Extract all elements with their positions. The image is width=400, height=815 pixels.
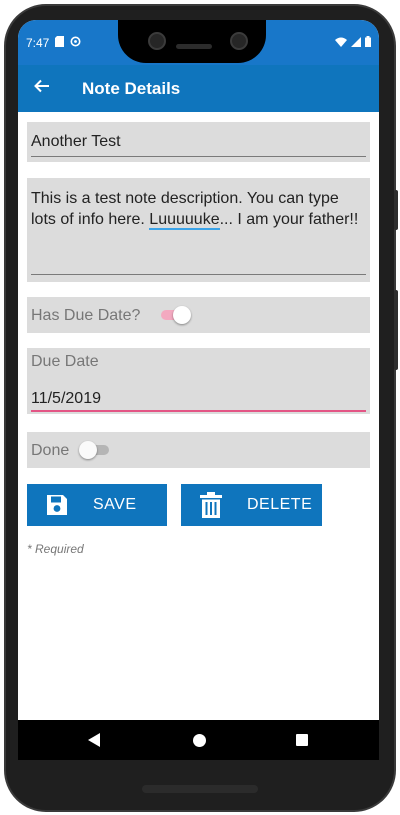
floppy-disk-icon [39, 494, 75, 516]
camera-notch [118, 20, 266, 63]
required-footnote: * Required [27, 542, 84, 556]
description-field[interactable]: This is a test note description. You can… [27, 178, 370, 282]
title-input-value: Another Test [31, 133, 121, 150]
done-label: Done [31, 442, 70, 459]
back-button[interactable] [18, 65, 66, 112]
due-date-label: Due Date [31, 353, 99, 370]
battery-icon [365, 36, 371, 50]
nav-recents-icon[interactable] [296, 734, 308, 746]
arrow-left-icon [34, 79, 50, 98]
delete-button-label: DELETE [247, 496, 313, 513]
status-time: 7:47 [26, 36, 50, 50]
save-button[interactable]: SAVE [27, 484, 167, 526]
sd-card-icon [55, 36, 65, 50]
system-nav-bar [18, 720, 379, 760]
volume-button [394, 190, 398, 230]
bottom-speaker [142, 785, 258, 793]
description-input-value: This is a test note description. You can… [31, 188, 361, 230]
trash-icon [193, 492, 229, 518]
title-underline [31, 156, 366, 157]
power-button [394, 290, 398, 370]
due-date-value: 11/5/2019 [31, 390, 101, 407]
earpiece [176, 44, 212, 49]
sync-icon [70, 36, 81, 50]
signal-icon [351, 36, 361, 50]
due-date-field[interactable]: Due Date 11/5/2019 [27, 348, 370, 414]
front-camera-icon [230, 32, 248, 50]
nav-home-icon[interactable] [193, 734, 206, 747]
description-underline [31, 274, 366, 275]
front-camera-icon [148, 32, 166, 50]
wifi-icon [335, 36, 347, 50]
delete-button[interactable]: DELETE [181, 484, 322, 526]
app-bar: Note Details [18, 65, 379, 112]
has-due-date-label: Has Due Date? [31, 307, 141, 324]
screen: 7:47 Note Details Another Test This is a… [18, 20, 379, 760]
has-due-date-row: Has Due Date? [27, 297, 370, 333]
page-title: Note Details [82, 78, 181, 98]
note-form: Another Test This is a test note descrip… [18, 112, 379, 720]
description-text-end: ... I am your father!! [219, 211, 359, 228]
misspelled-word[interactable]: Luuuuuke [149, 211, 220, 230]
save-button-label: SAVE [93, 496, 137, 513]
done-switch[interactable] [79, 440, 113, 460]
switch-thumb [173, 306, 191, 324]
has-due-date-switch[interactable] [159, 305, 193, 325]
title-field[interactable]: Another Test [27, 122, 370, 162]
status-bar: 7:47 [18, 20, 379, 65]
done-row: Done [27, 432, 370, 468]
nav-back-icon[interactable] [88, 733, 100, 747]
due-date-underline [31, 410, 366, 412]
switch-thumb [79, 441, 97, 459]
